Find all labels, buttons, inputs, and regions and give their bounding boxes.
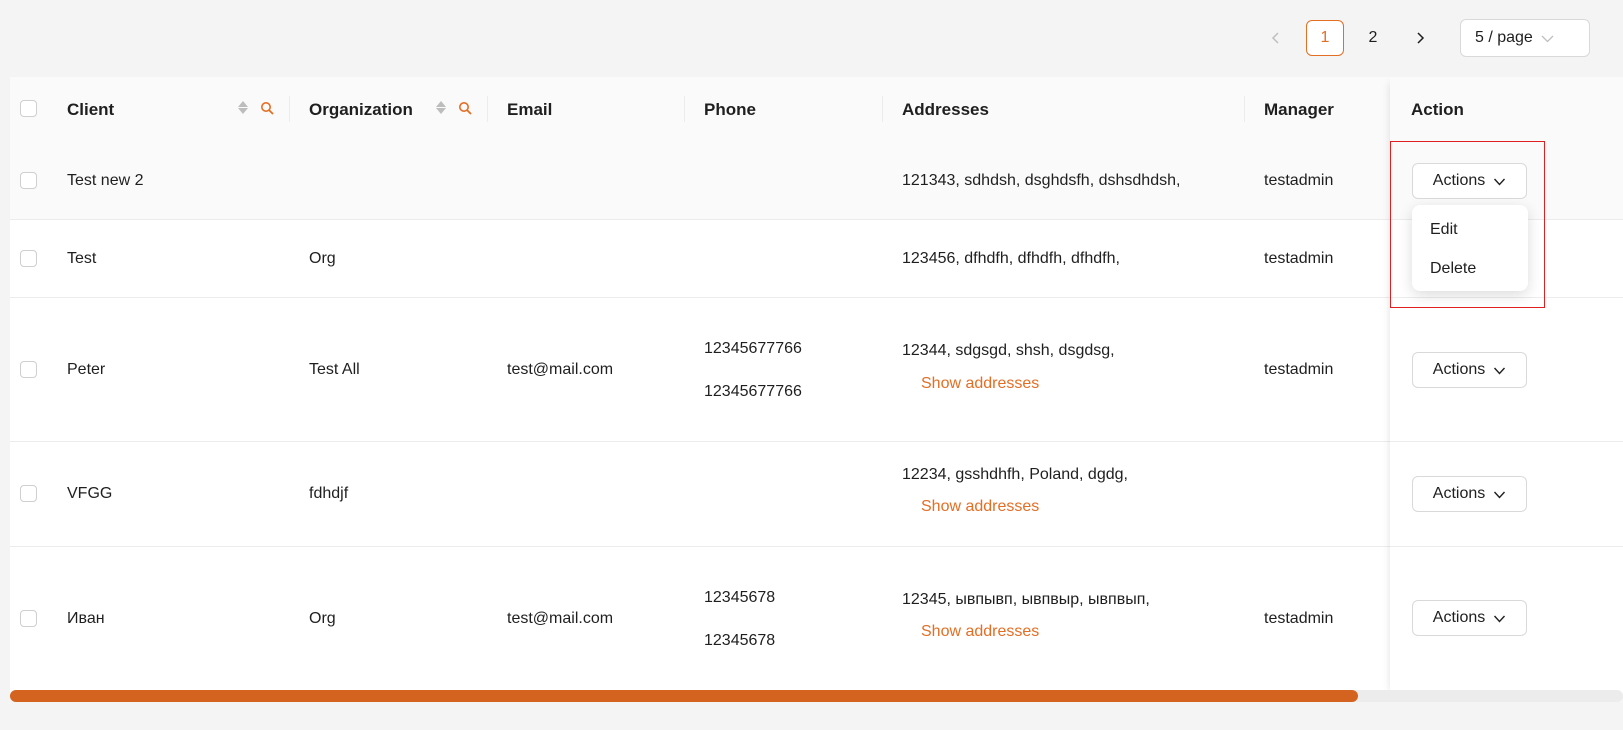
page-1-button[interactable]: 1: [1306, 20, 1344, 56]
column-header-organization[interactable]: Organization: [309, 77, 413, 142]
phone-text: 12345678: [704, 589, 776, 606]
prev-page-button[interactable]: [1258, 19, 1294, 57]
client-name: Test new 2: [67, 172, 144, 189]
organization-name: fdhdjf: [309, 485, 349, 502]
row-checkbox[interactable]: [20, 485, 37, 502]
phone-text: 12345678: [704, 632, 776, 649]
organization-name: Org: [309, 610, 336, 627]
show-addresses-link[interactable]: Show addresses: [921, 623, 1039, 641]
manager-name: testadmin: [1264, 361, 1334, 378]
table-row[interactable]: Test Org 123456, dfhdfh, dfhdfh, dfhdfh,…: [10, 220, 1623, 298]
row-checkbox[interactable]: [20, 250, 37, 267]
column-header-client[interactable]: Client: [67, 77, 114, 142]
phone-text: 12345677766: [704, 383, 802, 400]
column-divider: [882, 96, 883, 122]
email-text: test@mail.com: [507, 361, 614, 378]
search-organization-icon[interactable]: [458, 101, 473, 116]
column-header-phone: Phone: [704, 99, 756, 119]
column-header-email: Email: [507, 99, 553, 119]
row-checkbox[interactable]: [20, 361, 37, 378]
row-checkbox[interactable]: [20, 172, 37, 189]
manager-name: testadmin: [1264, 250, 1334, 267]
row-actions-button[interactable]: Actions: [1412, 600, 1527, 636]
column-header-manager: Manager: [1264, 99, 1334, 119]
column-header-action: Action: [1411, 99, 1464, 119]
table-header: Client Organization Email Phone Addresse…: [10, 77, 1623, 143]
show-addresses-link[interactable]: Show addresses: [921, 498, 1039, 516]
search-client-icon[interactable]: [260, 101, 275, 116]
column-divider: [1244, 96, 1245, 122]
client-name: Test: [67, 250, 97, 267]
actions-label: Actions: [1432, 609, 1486, 626]
chevron-down-icon: [1494, 615, 1506, 623]
highlight-annotation-box: [1390, 141, 1545, 308]
chevron-down-icon: [1494, 367, 1506, 375]
phone-text: 12345677766: [704, 340, 802, 357]
table-row[interactable]: VFGG fdhdjf 12234, gsshdhfh, Poland, dgd…: [10, 442, 1623, 547]
actions-label: Actions: [1432, 361, 1486, 378]
page-size-select[interactable]: 5 / page: [1460, 19, 1590, 57]
chevron-down-icon: [1494, 491, 1506, 499]
show-addresses-link[interactable]: Show addresses: [921, 375, 1039, 393]
email-text: test@mail.com: [507, 610, 614, 627]
address-text: 123456, dfhdfh, dfhdfh, dfhdfh,: [902, 250, 1120, 267]
address-text: 12234, gsshdhfh, Poland, dgdg,: [902, 466, 1128, 483]
organization-name: Org: [309, 250, 336, 267]
table-row[interactable]: Peter Test All test@mail.com 12345677766…: [10, 298, 1623, 442]
address-text: 12345, ывпывп, ывпвыр, ывпвып,: [902, 591, 1150, 608]
client-name: Иван: [67, 610, 105, 627]
manager-name: testadmin: [1264, 172, 1334, 189]
address-text: 121343, sdhdsh, dsghdsfh, dshsdhdsh,: [902, 172, 1181, 189]
column-divider: [684, 96, 685, 122]
row-actions-button[interactable]: Actions: [1412, 352, 1527, 388]
organization-name: Test All: [309, 361, 360, 378]
column-divider: [487, 96, 488, 122]
table-row[interactable]: Иван Org test@mail.com 12345678 12345678…: [10, 547, 1623, 697]
sort-client-icon[interactable]: [238, 101, 248, 114]
clients-table: Client Organization Email Phone Addresse…: [10, 77, 1623, 697]
row-actions-button[interactable]: Actions: [1412, 476, 1527, 512]
column-divider: [289, 96, 290, 122]
table-row[interactable]: Test new 2 121343, sdhdsh, dsghdsfh, dsh…: [10, 142, 1623, 220]
page-size-value: 5 / page: [1475, 29, 1533, 46]
pagination: 1 2 5 / page: [1258, 19, 1590, 57]
horizontal-scrollbar-thumb[interactable]: [10, 690, 1358, 702]
sort-organization-icon[interactable]: [436, 101, 446, 114]
client-name: Peter: [67, 361, 106, 378]
page-2-button[interactable]: 2: [1354, 20, 1392, 56]
chevron-down-icon: [1541, 35, 1554, 42]
actions-label: Actions: [1432, 485, 1486, 502]
chevron-right-icon: [1417, 32, 1425, 44]
chevron-left-icon: [1271, 32, 1279, 44]
manager-name: testadmin: [1264, 610, 1334, 627]
next-page-button[interactable]: [1402, 19, 1438, 57]
row-checkbox[interactable]: [20, 610, 37, 627]
address-text: 12344, sdgsgd, shsh, dsgdsg,: [902, 342, 1115, 359]
client-name: VFGG: [67, 485, 113, 502]
column-header-addresses: Addresses: [902, 99, 989, 119]
select-all-checkbox[interactable]: [20, 100, 37, 117]
